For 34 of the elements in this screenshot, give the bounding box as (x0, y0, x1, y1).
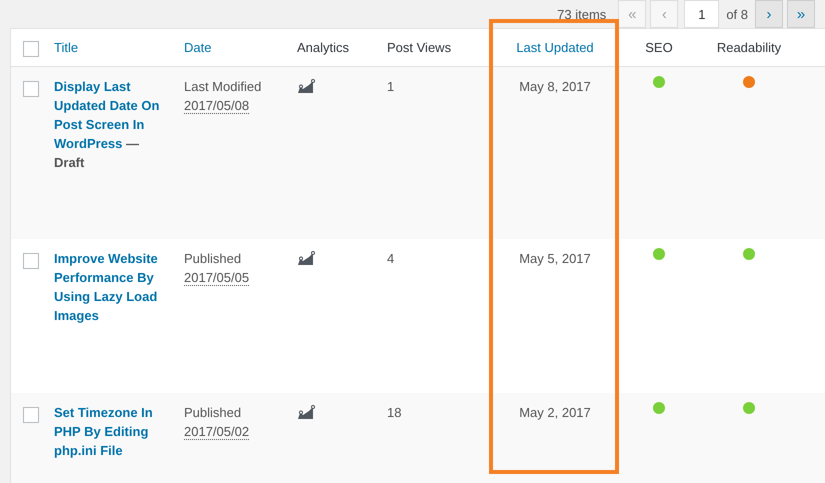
row-checkbox[interactable] (23, 406, 39, 423)
date-status: Last Modified (184, 78, 262, 96)
last-updated-date: May 8, 2017 (519, 79, 591, 94)
page-nav-button[interactable]: » (787, 0, 815, 28)
row-checkbox[interactable] (23, 252, 39, 269)
post-date: 2017/05/05 (184, 270, 250, 286)
post-date: 2017/05/08 (184, 98, 250, 114)
post-views: 4 (387, 251, 394, 266)
post-date: 2017/05/02 (184, 424, 250, 440)
column-header: Post Views (387, 40, 452, 55)
column-sort-link[interactable]: Last Updated (516, 40, 594, 55)
column-sort-link[interactable]: Date (184, 40, 212, 55)
date-status: Published (184, 250, 242, 268)
page-total: of 8 (726, 6, 748, 22)
analytics-icon[interactable] (297, 79, 315, 93)
page-number-field[interactable]: 1 (684, 0, 720, 28)
column-header: Readability (716, 40, 782, 55)
item-count: 73 items (557, 6, 606, 22)
post-title-link[interactable]: Display Last Updated Date On Post Screen In WordPress — Draft (54, 77, 162, 172)
page-nav-button[interactable]: › (755, 0, 783, 28)
analytics-icon[interactable] (297, 405, 315, 419)
post-views: 1 (387, 79, 394, 94)
post-views: 18 (387, 405, 402, 420)
post-title-link[interactable]: Improve Website Performance By Using Lazy Load Images (54, 249, 162, 325)
row-checkbox[interactable] (23, 80, 39, 97)
post-title-link[interactable]: Set Timezone In PHP By Editing php.ini File (54, 403, 162, 460)
column-header: SEO (645, 40, 673, 55)
analytics-icon[interactable] (297, 251, 315, 265)
column-header: Analytics (297, 40, 350, 55)
date-status: Published (184, 404, 242, 422)
last-updated-date: May 5, 2017 (519, 251, 591, 266)
last-updated-date: May 2, 2017 (519, 405, 591, 420)
column-sort-link[interactable]: Title (54, 40, 78, 55)
select-all-checkbox[interactable] (23, 40, 39, 57)
